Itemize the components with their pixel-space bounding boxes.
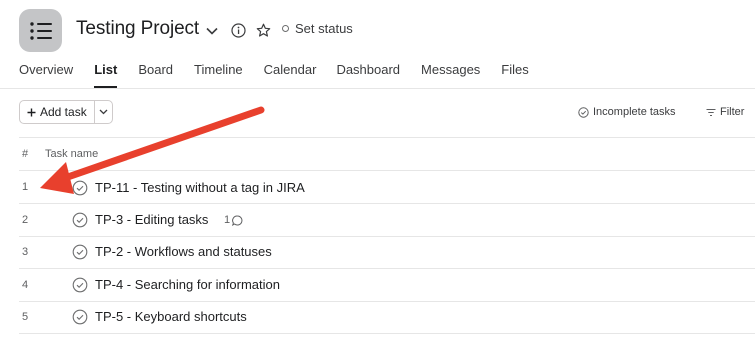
row-divider [19,301,755,302]
task-title[interactable]: TP-11 - Testing without a tag in JIRA [95,180,305,195]
tab-messages[interactable]: Messages [421,62,480,88]
set-status-label: Set status [295,21,353,36]
check-circle-icon [72,244,88,260]
table-top-border [19,137,755,138]
status-dot-icon [282,25,289,32]
tab-board[interactable]: Board [138,62,173,88]
comment-count[interactable]: 1 [224,214,243,226]
star-icon[interactable] [255,22,271,38]
task-title[interactable]: TP-5 - Keyboard shortcuts [95,309,247,324]
row-divider [19,236,755,237]
row-number: 1 [22,181,29,193]
filter-button[interactable]: Filter [706,106,744,118]
check-circle-icon [578,106,589,118]
incomplete-tasks-label: Incomplete tasks [593,106,676,118]
complete-checkbox[interactable] [72,277,88,293]
task-title[interactable]: TP-3 - Editing tasks [95,212,208,227]
project-tabs: Overview List Board Timeline Calendar Da… [19,62,529,88]
complete-checkbox[interactable] [72,244,88,260]
chevron-down-icon [99,109,108,115]
column-header-number: # [22,148,29,160]
table-header-divider [19,170,755,171]
check-circle-icon [72,212,88,228]
row-divider [19,268,755,269]
tabs-divider [0,88,755,89]
filter-label: Filter [720,106,745,118]
comment-icon [232,215,243,226]
row-number: 3 [22,246,29,258]
incomplete-tasks-button[interactable]: Incomplete tasks [578,106,676,118]
row-divider [19,333,755,334]
tab-dashboard[interactable]: Dashboard [336,62,400,88]
tab-timeline[interactable]: Timeline [194,62,243,88]
check-circle-icon [72,309,88,325]
add-task-button[interactable]: Add task [20,101,94,123]
complete-checkbox[interactable] [72,212,88,228]
plus-icon [27,108,36,116]
filter-icon [706,108,716,116]
project-list-icon[interactable] [19,9,62,52]
row-number: 5 [22,311,29,323]
tab-overview[interactable]: Overview [19,62,73,88]
add-task-button-group: Add task [19,100,113,124]
task-title[interactable]: TP-4 - Searching for information [95,277,280,292]
project-title[interactable]: Testing Project [76,18,199,40]
tab-files[interactable]: Files [501,62,528,88]
info-icon[interactable] [230,22,246,38]
comment-count-value: 1 [224,214,231,226]
list-icon [29,21,52,40]
complete-checkbox[interactable] [72,309,88,325]
row-number: 4 [22,279,29,291]
complete-checkbox[interactable] [72,180,88,196]
tab-calendar[interactable]: Calendar [264,62,317,88]
set-status-button[interactable]: Set status [282,21,353,36]
add-task-label: Add task [40,105,87,119]
task-title[interactable]: TP-2 - Workflows and statuses [95,244,272,259]
chevron-down-icon[interactable] [205,24,219,38]
column-header-task-name[interactable]: Task name [45,148,98,160]
check-circle-icon [72,277,88,293]
check-circle-icon [72,180,88,196]
tab-list[interactable]: List [94,62,118,88]
add-task-dropdown[interactable] [95,101,112,123]
row-number: 2 [22,214,29,226]
row-divider [19,203,755,204]
